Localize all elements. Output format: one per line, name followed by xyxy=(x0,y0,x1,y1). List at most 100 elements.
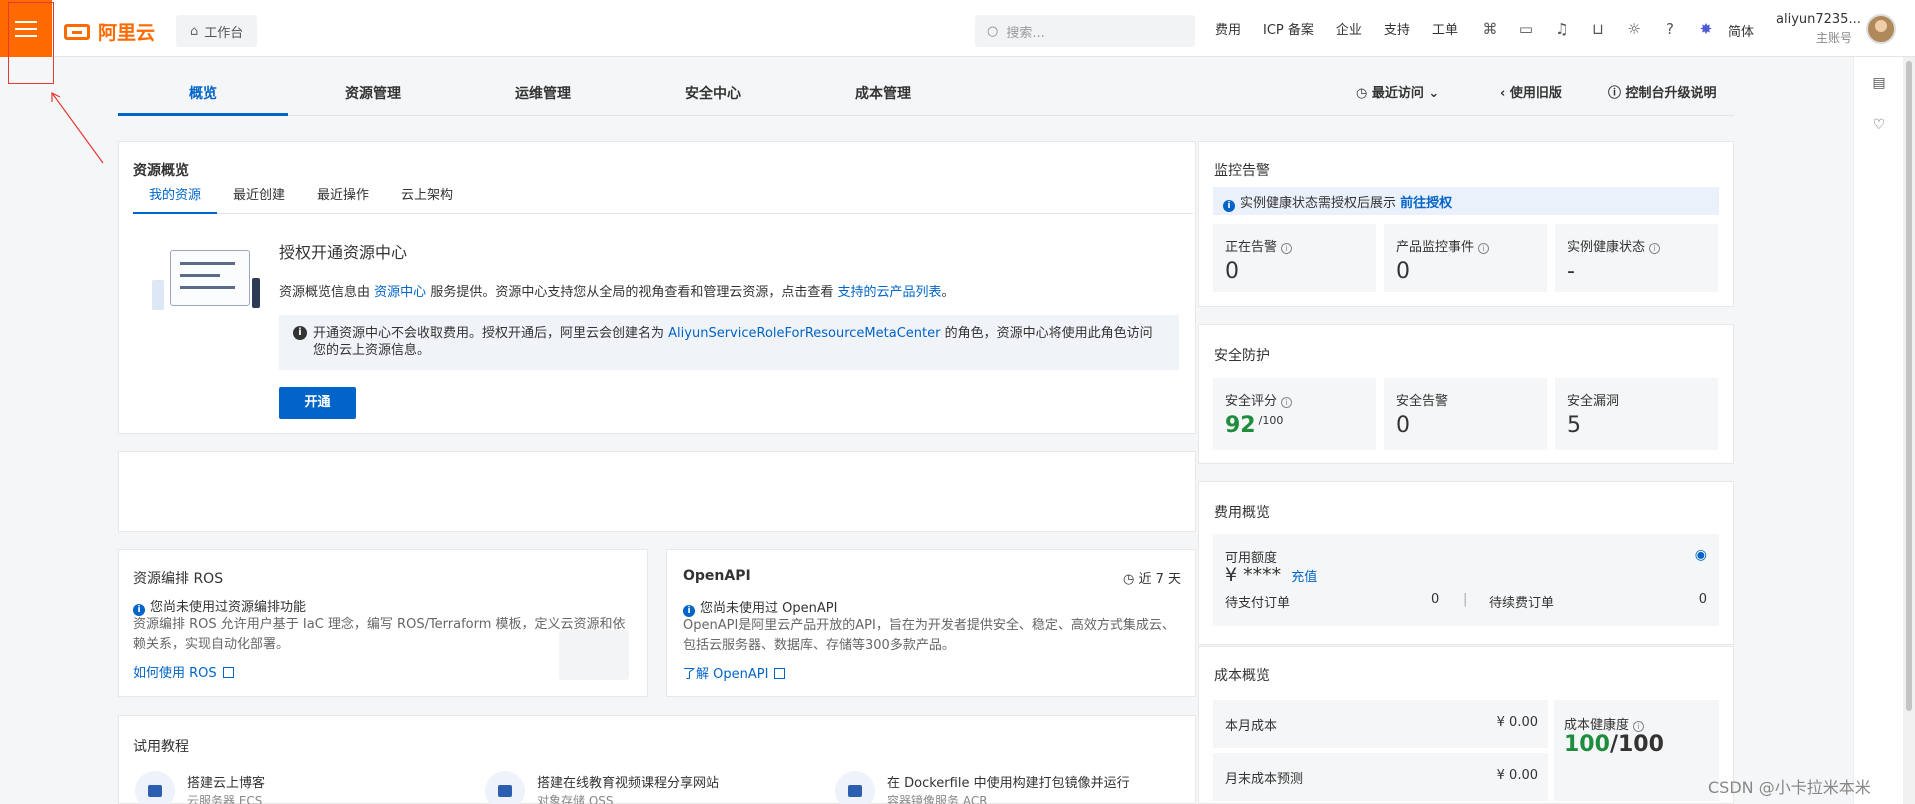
metric-instance-health[interactable]: 实例健康状态 i - xyxy=(1555,224,1718,292)
bell-icon[interactable]: ♫ xyxy=(1544,20,1580,38)
subtab-recent-operations[interactable]: 最近操作 xyxy=(301,182,385,214)
month-cost-label: 本月成本 xyxy=(1225,719,1278,734)
code-icon[interactable]: ⌘ xyxy=(1472,20,1508,38)
tutorial-icon xyxy=(835,771,875,804)
clock-icon: ◷ xyxy=(1122,572,1139,587)
pending-renew-label[interactable]: 待续费订单 xyxy=(1489,592,1554,611)
metric-product-events[interactable]: 产品监控事件 i 0 xyxy=(1384,224,1547,292)
monitor-card: 监控告警 i 实例健康状态需授权后展示 前往授权 正在告警 i 0 产品监控事件 i … xyxy=(1198,141,1734,307)
search-input[interactable]: ○ 搜索... xyxy=(975,15,1195,47)
heart-icon[interactable]: ♡ xyxy=(1869,117,1889,137)
subtab-recent-created[interactable]: 最近创建 xyxy=(217,182,301,214)
terminal-icon[interactable]: ▭ xyxy=(1508,20,1544,38)
tutorial-icon xyxy=(485,771,525,804)
openapi-range[interactable]: ◷ 近 7 天 xyxy=(1123,568,1181,587)
scrollbar-thumb[interactable] xyxy=(1906,61,1912,711)
notes-icon[interactable]: ▤ xyxy=(1869,75,1889,95)
help-icon[interactable]: ? xyxy=(1652,20,1688,38)
tab-cost-management[interactable]: 成本管理 xyxy=(798,76,968,116)
resource-center-link[interactable]: 资源中心 xyxy=(374,285,426,300)
forecast-cost-label: 月末成本预测 xyxy=(1225,772,1304,787)
metric-value: 92 xyxy=(1225,413,1256,438)
auth-description: 资源概览信息由 资源中心 服务提供。资源中心支持您从全局的视角查看和管理云资源，… xyxy=(279,281,955,300)
upgrade-notes-link[interactable]: ⓘ 控制台升级说明 xyxy=(1608,82,1717,101)
main-tabs: 概览 资源管理 运维管理 安全中心 成本管理 xyxy=(118,76,1734,116)
recent-visits-label: 最近访问 xyxy=(1371,86,1424,101)
annotation-arrow xyxy=(51,92,104,164)
openapi-link[interactable]: 了解 OpenAPI xyxy=(683,663,786,682)
chevron-left-icon: ‹ xyxy=(1500,86,1510,101)
card-title: 安全防护 xyxy=(1214,348,1270,364)
right-side-rail: ▤ ♡ xyxy=(1853,57,1903,804)
metric-label: 安全告警 xyxy=(1396,394,1449,409)
ros-description: 资源编排 ROS 允许用户基于 IaC 理念，编写 ROS/Terraform … xyxy=(133,617,626,652)
avatar[interactable] xyxy=(1866,14,1896,44)
openapi-range-text: 近 7 天 xyxy=(1138,572,1181,587)
recharge-link[interactable]: 充值 xyxy=(1291,570,1317,585)
cost-health-unit: /100 xyxy=(1609,732,1664,757)
metric-label: 安全评分 xyxy=(1225,394,1278,409)
watermark: CSDN @小卡拉米本米 xyxy=(1708,778,1871,797)
old-version-label: 使用旧版 xyxy=(1509,86,1562,101)
openapi-status: i 您尚未使用过 OpenAPI xyxy=(683,597,837,617)
nav-link-icp[interactable]: ICP 备案 xyxy=(1263,19,1314,38)
open-button[interactable]: 开通 xyxy=(279,387,356,419)
auth-notice: i 开通资源中心不会收取费用。授权开通后，阿里云会创建名为 AliyunServ… xyxy=(279,315,1179,370)
service-role-link[interactable]: AliyunServiceRoleForResourceMetaCenter xyxy=(668,326,940,341)
openapi-card: OpenAPI ◷ 近 7 天 i 您尚未使用过 OpenAPI OpenAPI是… xyxy=(666,549,1196,697)
cart-icon[interactable]: ⊔ xyxy=(1580,20,1616,38)
upgrade-notes-label: 控制台升级说明 xyxy=(1625,86,1717,101)
tab-ops-management[interactable]: 运维管理 xyxy=(458,76,628,116)
tab-resource-management[interactable]: 资源管理 xyxy=(288,76,458,116)
openapi-status-text: 您尚未使用过 OpenAPI xyxy=(700,601,838,616)
divider: | xyxy=(1463,592,1468,607)
metric-alerting[interactable]: 正在告警 i 0 xyxy=(1213,224,1376,292)
page-scrollbar[interactable] xyxy=(1903,57,1915,804)
ros-link-text[interactable]: 如何使用 ROS xyxy=(133,666,217,681)
chevron-down-icon: ⌄ xyxy=(1423,86,1440,101)
cost-health-panel[interactable]: 成本健康度 i 100/100 xyxy=(1554,700,1719,801)
ros-link[interactable]: 如何使用 ROS xyxy=(133,662,234,681)
desc-middle: 服务提供。资源中心支持您从全局的视角查看和管理云资源，点击查看 xyxy=(430,285,834,300)
help-icon: i xyxy=(1281,397,1293,408)
eye-icon[interactable]: ◉ xyxy=(1695,547,1707,563)
account-info[interactable]: aliyun7235... 主账号 xyxy=(1776,12,1861,46)
nav-link-billing[interactable]: 费用 xyxy=(1215,19,1241,38)
subtab-my-resources[interactable]: 我的资源 xyxy=(133,182,217,214)
metric-security-alerts[interactable]: 安全告警 0 xyxy=(1384,378,1547,450)
pending-renew-value: 0 xyxy=(1698,592,1707,607)
help-icon: i xyxy=(1649,243,1661,254)
lightbulb-icon[interactable]: ☼ xyxy=(1616,20,1652,38)
openapi-link-text[interactable]: 了解 OpenAPI xyxy=(683,667,768,682)
assistant-icon[interactable]: ✸ xyxy=(1688,20,1724,38)
metric-security-score[interactable]: 安全评分 i 92/100 xyxy=(1213,378,1376,450)
metric-label: 产品监控事件 xyxy=(1396,240,1475,255)
nav-link-ticket[interactable]: 工单 xyxy=(1432,19,1458,38)
card-title: OpenAPI xyxy=(683,568,751,584)
authorize-link[interactable]: 前往授权 xyxy=(1400,196,1452,211)
tutorial-title: 在 Dockerfile 中使用构建打包镜像并运行 xyxy=(887,776,1130,791)
card-title: 监控告警 xyxy=(1214,163,1270,179)
old-version-link[interactable]: ‹ 使用旧版 xyxy=(1500,82,1562,101)
language-switch[interactable]: 简体 xyxy=(1728,21,1754,40)
nav-link-enterprise[interactable]: 企业 xyxy=(1336,19,1362,38)
subtab-cloud-architecture[interactable]: 云上架构 xyxy=(385,182,469,214)
desc-prefix: 资源概览信息由 xyxy=(279,285,371,300)
tab-security-center[interactable]: 安全中心 xyxy=(628,76,798,116)
ros-illustration xyxy=(559,630,629,680)
ros-card: 资源编排 ROS i 您尚未使用过资源编排功能 资源编排 ROS 允许用户基于 I… xyxy=(118,549,648,697)
tab-overview[interactable]: 概览 xyxy=(118,76,288,116)
supported-products-link[interactable]: 支持的云产品列表 xyxy=(837,285,941,300)
clock-icon: ◷ xyxy=(1356,86,1372,101)
resource-center-illustration xyxy=(152,240,262,322)
nav-link-support[interactable]: 支持 xyxy=(1384,19,1410,38)
metric-vulnerabilities[interactable]: 安全漏洞 5 xyxy=(1555,378,1718,450)
pending-pay-label[interactable]: 待支付订单 xyxy=(1225,592,1290,611)
recent-visits-dropdown[interactable]: ◷ 最近访问 ⌄ xyxy=(1356,82,1439,101)
help-icon: i xyxy=(1633,721,1645,732)
info-icon: ⓘ xyxy=(1608,86,1626,101)
forecast-cost-row: 月末成本预测 ¥ 0.00 xyxy=(1213,753,1548,801)
top-nav-links: 费用 ICP 备案 企业 支持 工单 xyxy=(1215,0,1480,57)
billing-card: 费用概览 可用额度 ◉ ¥ **** 充值 待支付订单 0 | 待续费订单 0 xyxy=(1198,481,1734,645)
workbench-button[interactable]: ⌂ 工作台 xyxy=(176,15,258,47)
